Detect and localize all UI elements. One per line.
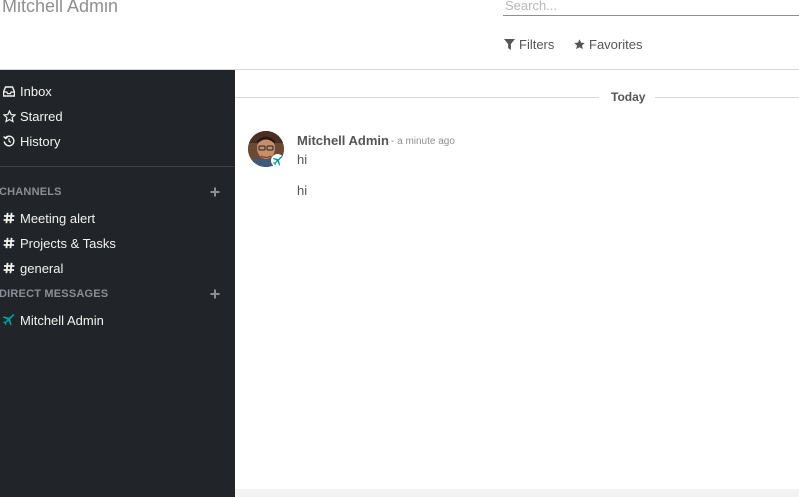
- date-separator: Today: [611, 90, 646, 104]
- date-separator-line: [235, 97, 599, 98]
- plane-icon: [2, 313, 16, 327]
- plus-icon: [210, 289, 220, 299]
- sidebar-item-projects-tasks[interactable]: Projects & Tasks: [0, 233, 116, 253]
- filters-button[interactable]: Filters: [504, 37, 554, 52]
- sidebar-divider: [0, 166, 235, 167]
- page-title: Mitchell Admin: [2, 0, 119, 16]
- hashtag-icon: [2, 236, 16, 250]
- filter-icon: [504, 39, 515, 50]
- message-body-line: hi: [297, 152, 308, 167]
- control-panel: Mitchell Admin Filters Favorites: [0, 0, 799, 69]
- sidebar-item-label: Mitchell Admin: [20, 312, 104, 328]
- search-input[interactable]: [503, 0, 799, 16]
- im-status-badge: [271, 154, 284, 167]
- add-channel-button[interactable]: [209, 186, 221, 198]
- sidebar-item-label: History: [20, 133, 61, 149]
- history-icon: [2, 134, 16, 148]
- star-filled-icon: [574, 39, 585, 50]
- sidebar-item-meeting-alert[interactable]: Meeting alert: [0, 208, 95, 228]
- hashtag-icon: [2, 261, 16, 275]
- sidebar-item-label: Meeting alert: [20, 210, 96, 226]
- sidebar-item-inbox[interactable]: Inbox: [0, 81, 52, 101]
- filters-label: Filters: [519, 37, 555, 52]
- favorites-label: Favorites: [589, 37, 643, 52]
- favorites-button[interactable]: Favorites: [574, 37, 642, 52]
- add-direct-message-button[interactable]: [209, 288, 221, 300]
- channels-header[interactable]: CHANNELS: [0, 186, 62, 198]
- inbox-icon: [2, 84, 16, 98]
- sidebar-item-mitchell-admin[interactable]: Mitchell Admin: [0, 310, 104, 330]
- sidebar-item-history[interactable]: History: [0, 131, 60, 151]
- date-separator-line: [655, 97, 799, 98]
- direct-messages-header[interactable]: DIRECT MESSAGES: [0, 288, 108, 300]
- sidebar-item-starred[interactable]: Starred: [0, 106, 63, 126]
- sidebar-item-label: Inbox: [20, 83, 52, 99]
- plane-icon: [272, 155, 283, 165]
- hashtag-icon: [2, 211, 16, 225]
- message-body-line: hi: [297, 183, 308, 198]
- sidebar-item-label: general: [20, 260, 64, 276]
- sidebar-item-general[interactable]: general: [0, 258, 63, 278]
- composer-area: [235, 489, 799, 497]
- sidebar-item-label: Starred: [20, 108, 63, 124]
- message-author[interactable]: Mitchell Admin: [297, 133, 389, 148]
- star-icon: [2, 109, 16, 123]
- sidebar-item-label: Projects & Tasks: [20, 235, 116, 251]
- message-date: - a minute ago: [391, 136, 455, 147]
- discuss-sidebar: Inbox Starred History CHANNELS Meeting a…: [0, 70, 235, 497]
- plus-icon: [210, 187, 220, 197]
